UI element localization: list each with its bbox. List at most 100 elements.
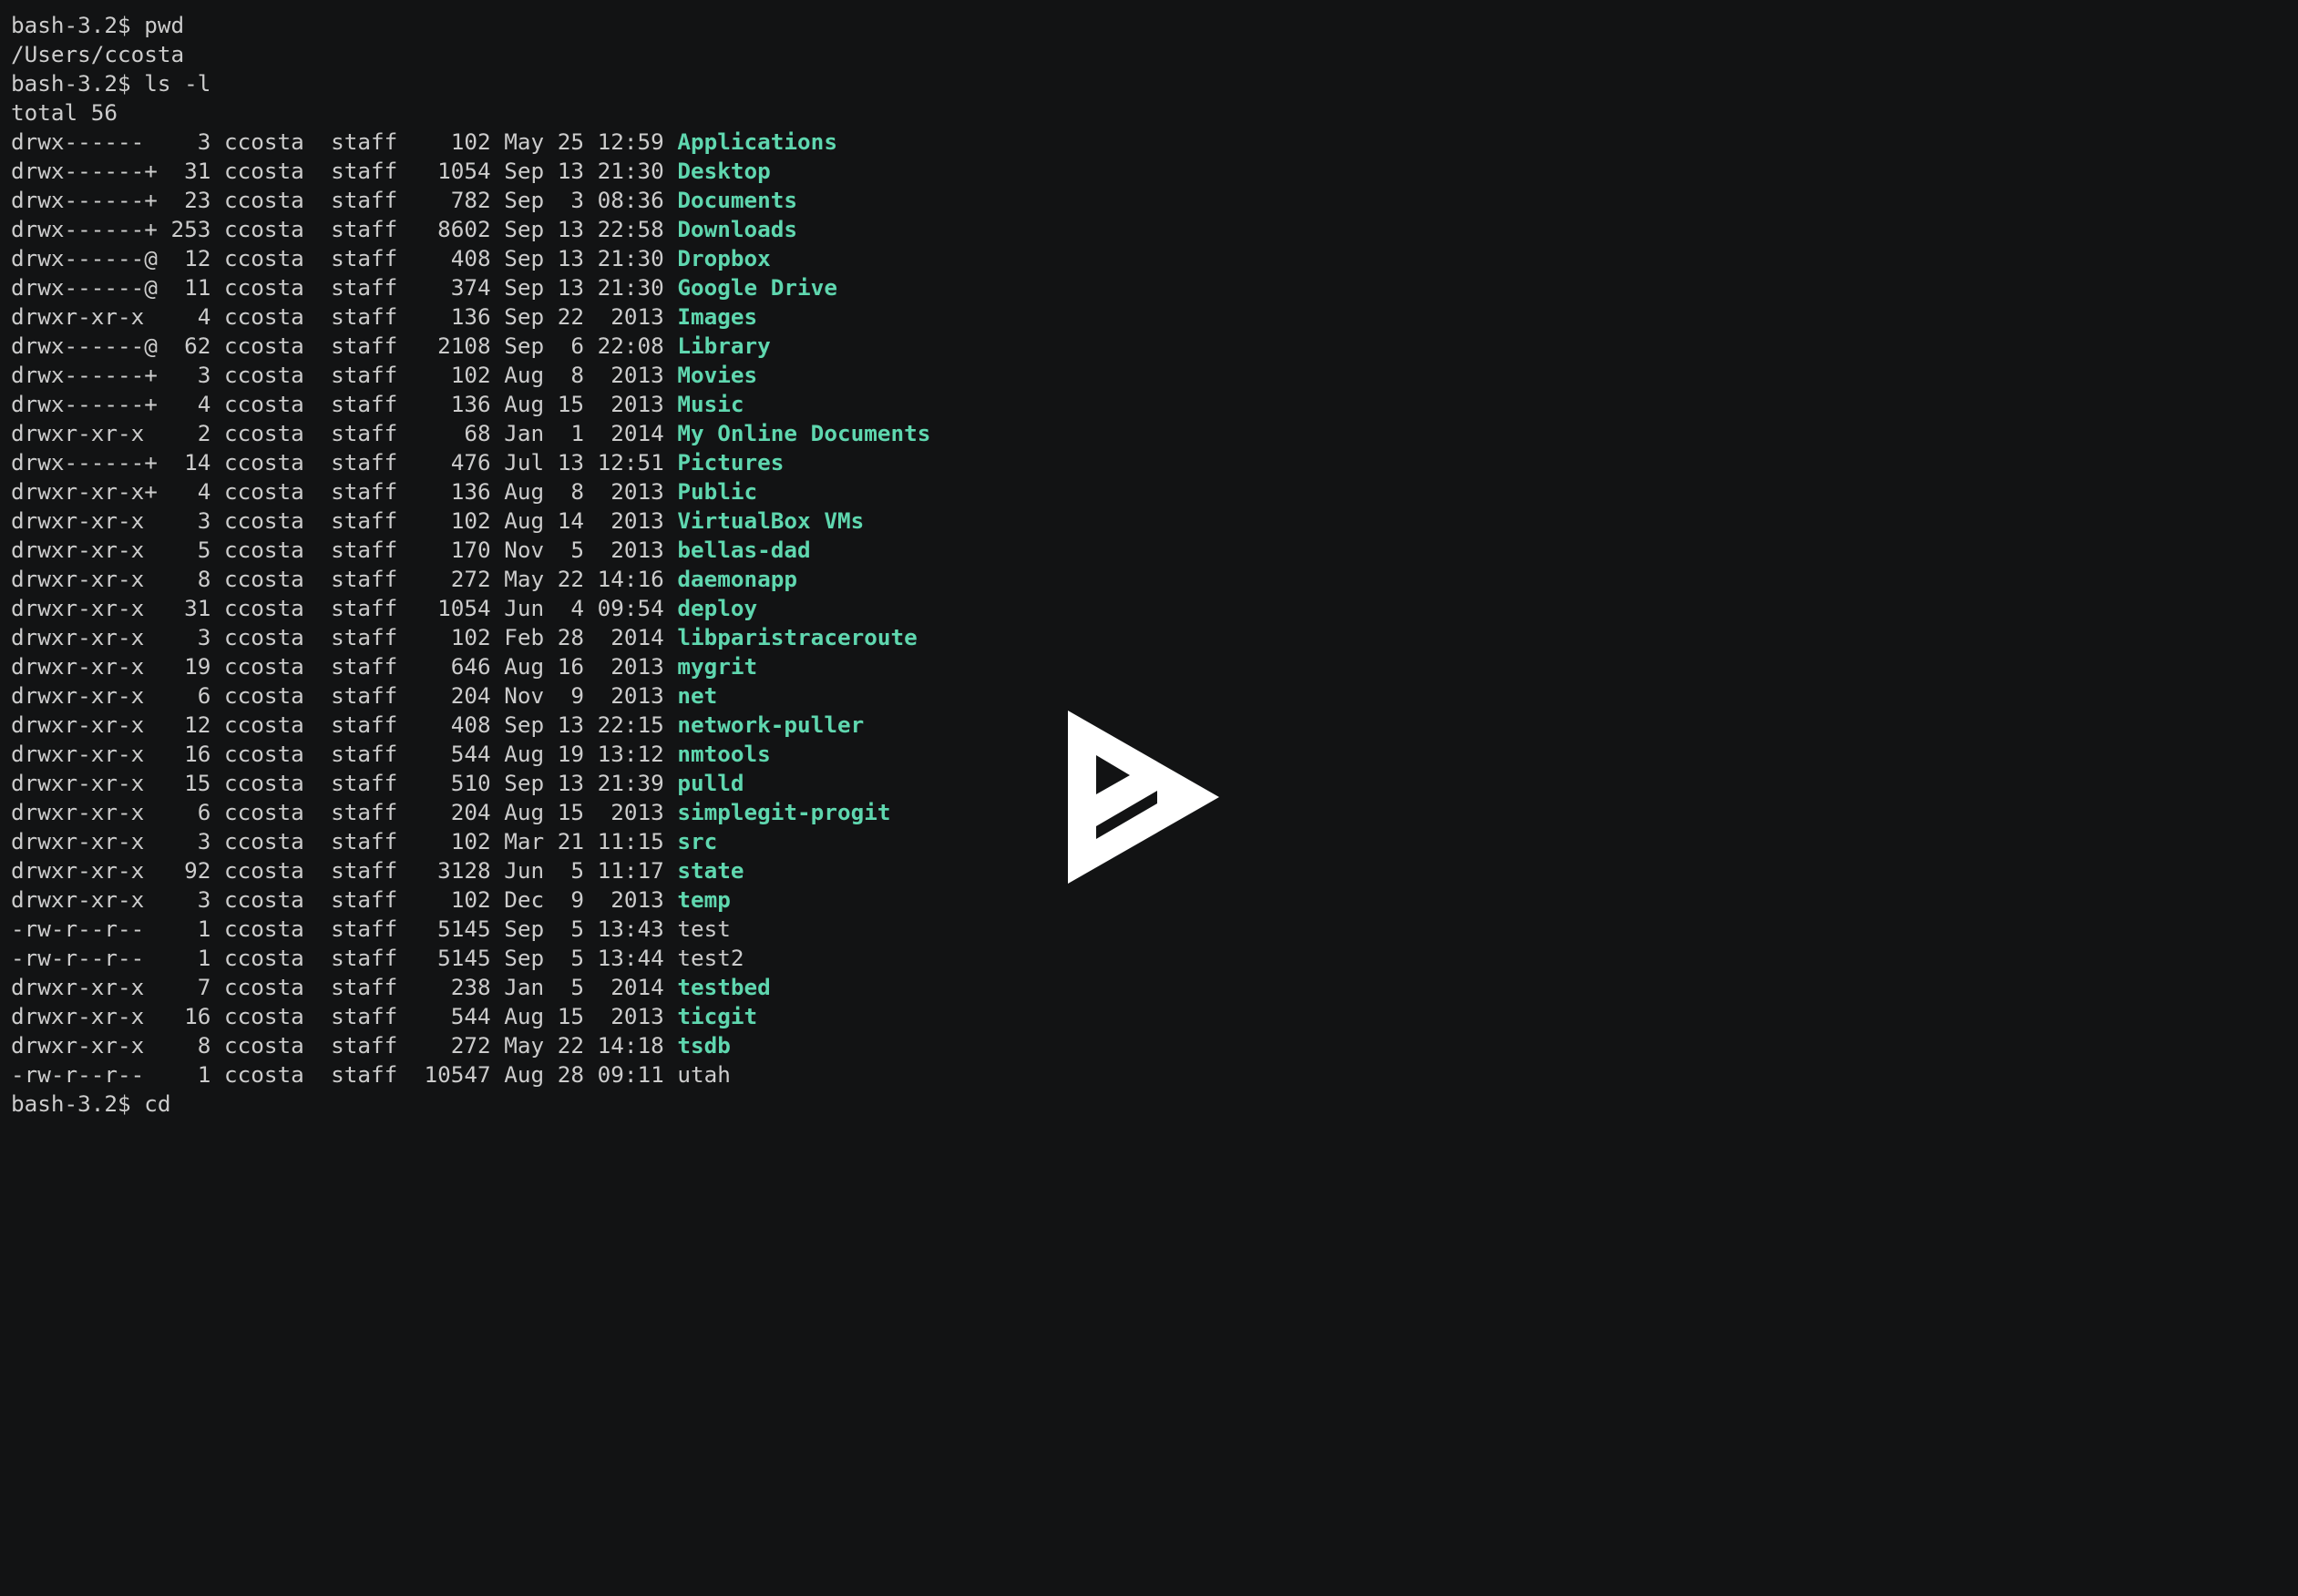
ls-entry-meta: drwxr-xr-x 7 ccosta staff 238 Jan 5 2014 [11, 974, 678, 1000]
ls-entry-meta: drwx------@ 11 ccosta staff 374 Sep 13 2… [11, 274, 678, 301]
directory-name: bellas-dad [677, 537, 811, 563]
ls-entry-row: drwx------+ 253 ccosta staff 8602 Sep 13… [11, 215, 930, 244]
terminal-output: bash-3.2$ pwd/Users/ccosta bash-3.2$ ls -… [11, 11, 930, 1119]
ls-entry-row: drwx------@ 62 ccosta staff 2108 Sep 6 2… [11, 332, 930, 361]
directory-name: net [677, 682, 718, 709]
ls-entry-meta: -rw-r--r-- 1 ccosta staff 5145 Sep 5 13:… [11, 945, 678, 971]
ls-entry-meta: drwxr-xr-x 16 ccosta staff 544 Aug 15 20… [11, 1003, 678, 1029]
ls-entry-row: drwxr-xr-x 8 ccosta staff 272 May 22 14:… [11, 565, 930, 594]
directory-name: network-puller [677, 711, 865, 738]
ls-entry-row: drwxr-xr-x 31 ccosta staff 1054 Jun 4 09… [11, 594, 930, 623]
directory-name: Pictures [677, 449, 785, 476]
ls-entry-meta: drwxr-xr-x 15 ccosta staff 510 Sep 13 21… [11, 770, 678, 796]
ls-entry-row: drwxr-xr-x 3 ccosta staff 102 Dec 9 2013… [11, 885, 930, 915]
ls-entry-row: drwxr-xr-x 16 ccosta staff 544 Aug 19 13… [11, 740, 930, 769]
ls-entry-row: drwxr-xr-x 19 ccosta staff 646 Aug 16 20… [11, 652, 930, 681]
ls-entry-row: drwxr-xr-x 2 ccosta staff 68 Jan 1 2014 … [11, 419, 930, 448]
play-button[interactable] [1066, 707, 1221, 889]
ls-entry-meta: drwx------+ 3 ccosta staff 102 Aug 8 201… [11, 362, 678, 388]
directory-name: deploy [677, 595, 758, 621]
file-name: test2 [677, 945, 744, 971]
directory-name: temp [677, 886, 731, 913]
terminal-line: bash-3.2$ pwd [11, 12, 185, 38]
directory-name: Images [677, 303, 758, 330]
terminal-window[interactable]: bash-3.2$ pwd/Users/ccosta bash-3.2$ ls -… [0, 0, 2298, 1596]
directory-name: Applications [677, 128, 837, 155]
ls-entry-meta: drwxr-xr-x 8 ccosta staff 272 May 22 14:… [11, 566, 678, 592]
ls-entry-meta: drwx------+ 14 ccosta staff 476 Jul 13 1… [11, 449, 678, 476]
ls-entry-meta: drwxr-xr-x 2 ccosta staff 68 Jan 1 2014 [11, 420, 678, 446]
ls-entry-meta: drwx------+ 23 ccosta staff 782 Sep 3 08… [11, 187, 678, 213]
ls-entry-meta: drwx------+ 4 ccosta staff 136 Aug 15 20… [11, 391, 678, 417]
directory-name: Downloads [677, 216, 798, 242]
ls-entry-row: drwx------+ 3 ccosta staff 102 Aug 8 201… [11, 361, 930, 390]
ls-entry-meta: drwx------+ 253 ccosta staff 8602 Sep 13… [11, 216, 678, 242]
ls-entry-row: drwx------ 3 ccosta staff 102 May 25 12:… [11, 128, 930, 157]
directory-name: ticgit [677, 1003, 758, 1029]
asciinema-play-icon [1068, 711, 1219, 884]
directory-name: My Online Documents [677, 420, 931, 446]
ls-entry-meta: drwxr-xr-x 6 ccosta staff 204 Nov 9 2013 [11, 682, 678, 709]
directory-name: VirtualBox VMs [677, 507, 865, 534]
ls-entry-row: -rw-r--r-- 1 ccosta staff 5145 Sep 5 13:… [11, 944, 930, 973]
ls-entry-meta: drwxr-xr-x 3 ccosta staff 102 Aug 14 201… [11, 507, 678, 534]
ls-entry-row: drwx------+ 31 ccosta staff 1054 Sep 13 … [11, 157, 930, 186]
directory-name: simplegit-progit [677, 799, 891, 825]
ls-entry-row: drwxr-xr-x 6 ccosta staff 204 Aug 15 201… [11, 798, 930, 827]
ls-entry-row: drwxr-xr-x 3 ccosta staff 102 Feb 28 201… [11, 623, 930, 652]
ls-entry-meta: drwxr-xr-x 3 ccosta staff 102 Feb 28 201… [11, 624, 678, 650]
terminal-line: bash-3.2$ ls -l [11, 70, 211, 97]
ls-entry-meta: -rw-r--r-- 1 ccosta staff 10547 Aug 28 0… [11, 1061, 678, 1088]
ls-entry-row: drwxr-xr-x 15 ccosta staff 510 Sep 13 21… [11, 769, 930, 798]
directory-name: tsdb [677, 1032, 731, 1059]
ls-entry-meta: -rw-r--r-- 1 ccosta staff 5145 Sep 5 13:… [11, 916, 678, 942]
ls-entry-meta: drwxr-xr-x 31 ccosta staff 1054 Jun 4 09… [11, 595, 678, 621]
directory-name: Desktop [677, 158, 771, 184]
ls-entry-meta: drwx------ 3 ccosta staff 102 May 25 12:… [11, 128, 678, 155]
ls-entry-row: drwxr-xr-x 5 ccosta staff 170 Nov 5 2013… [11, 536, 930, 565]
ls-entry-row: drwxr-xr-x 3 ccosta staff 102 Mar 21 11:… [11, 827, 930, 856]
ls-entry-row: drwxr-xr-x 3 ccosta staff 102 Aug 14 201… [11, 506, 930, 536]
ls-entry-meta: drwx------@ 12 ccosta staff 408 Sep 13 2… [11, 245, 678, 271]
directory-name: Movies [677, 362, 758, 388]
file-name: test [677, 916, 731, 942]
directory-name: testbed [677, 974, 771, 1000]
ls-entry-row: drwxr-xr-x 6 ccosta staff 204 Nov 9 2013… [11, 681, 930, 711]
ls-entry-row: drwxr-xr-x 8 ccosta staff 272 May 22 14:… [11, 1031, 930, 1060]
ls-entry-row: drwxr-xr-x 7 ccosta staff 238 Jan 5 2014… [11, 973, 930, 1002]
ls-entry-meta: drwx------@ 62 ccosta staff 2108 Sep 6 2… [11, 332, 678, 359]
ls-entry-row: drwx------+ 4 ccosta staff 136 Aug 15 20… [11, 390, 930, 419]
directory-name: Google Drive [677, 274, 837, 301]
directory-name: mygrit [677, 653, 758, 680]
ls-entry-meta: drwxr-xr-x 8 ccosta staff 272 May 22 14:… [11, 1032, 678, 1059]
ls-entry-meta: drwxr-xr-x 92 ccosta staff 3128 Jun 5 11… [11, 857, 678, 884]
ls-entry-row: drwx------+ 23 ccosta staff 782 Sep 3 08… [11, 186, 930, 215]
directory-name: nmtools [677, 741, 771, 767]
ls-entry-row: drwxr-xr-x 4 ccosta staff 136 Sep 22 201… [11, 302, 930, 332]
ls-entry-meta: drwxr-xr-x+ 4 ccosta staff 136 Aug 8 201… [11, 478, 678, 505]
file-name: utah [677, 1061, 731, 1088]
ls-entry-row: drwx------@ 12 ccosta staff 408 Sep 13 2… [11, 244, 930, 273]
ls-entry-row: -rw-r--r-- 1 ccosta staff 10547 Aug 28 0… [11, 1060, 930, 1090]
directory-name: Documents [677, 187, 798, 213]
ls-entry-row: drwxr-xr-x 12 ccosta staff 408 Sep 13 22… [11, 711, 930, 740]
directory-name: Dropbox [677, 245, 771, 271]
terminal-line: total 56 [11, 99, 118, 126]
ls-entry-meta: drwxr-xr-x 3 ccosta staff 102 Mar 21 11:… [11, 828, 678, 854]
ls-entry-row: drwx------@ 11 ccosta staff 374 Sep 13 2… [11, 273, 930, 302]
directory-name: daemonapp [677, 566, 798, 592]
ls-entry-meta: drwxr-xr-x 16 ccosta staff 544 Aug 19 13… [11, 741, 678, 767]
ls-entry-row: drwxr-xr-x 16 ccosta staff 544 Aug 15 20… [11, 1002, 930, 1031]
terminal-line: bash-3.2$ cd [11, 1090, 171, 1117]
ls-entry-meta: drwx------+ 31 ccosta staff 1054 Sep 13 … [11, 158, 678, 184]
ls-entry-row: drwxr-xr-x 92 ccosta staff 3128 Jun 5 11… [11, 856, 930, 885]
ls-entry-meta: drwxr-xr-x 19 ccosta staff 646 Aug 16 20… [11, 653, 678, 680]
directory-name: libparistraceroute [677, 624, 918, 650]
directory-name: Public [677, 478, 758, 505]
ls-entry-row: drwx------+ 14 ccosta staff 476 Jul 13 1… [11, 448, 930, 477]
directory-name: Music [677, 391, 744, 417]
ls-entry-meta: drwxr-xr-x 6 ccosta staff 204 Aug 15 201… [11, 799, 678, 825]
directory-name: src [677, 828, 718, 854]
ls-entry-meta: drwxr-xr-x 4 ccosta staff 136 Sep 22 201… [11, 303, 678, 330]
terminal-line: /Users/ccosta [11, 41, 185, 67]
